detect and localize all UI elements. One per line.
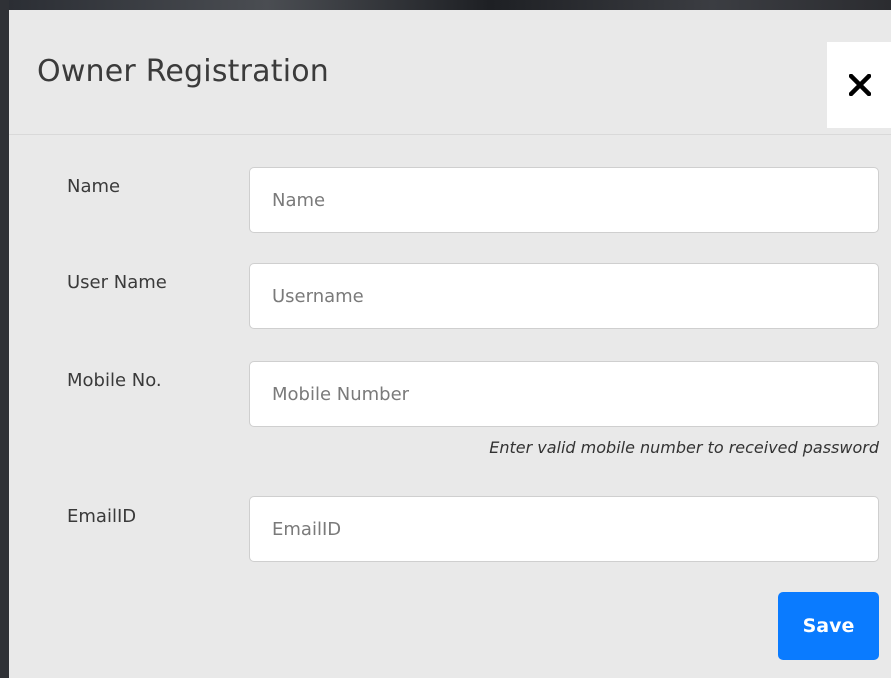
email-label: EmailID <box>67 506 137 527</box>
modal-title: Owner Registration <box>37 54 329 89</box>
mobile-label: Mobile No. <box>67 370 162 391</box>
modal-header: Owner Registration <box>9 10 891 135</box>
username-label: User Name <box>67 272 167 293</box>
mobile-input[interactable] <box>249 361 879 427</box>
name-label: Name <box>67 176 121 197</box>
email-input[interactable] <box>249 496 879 562</box>
save-button[interactable]: Save <box>778 592 879 660</box>
close-button[interactable] <box>827 42 891 128</box>
name-input[interactable] <box>249 167 879 233</box>
backdrop-left-edge <box>0 0 9 678</box>
backdrop-strip <box>0 0 891 10</box>
mobile-help-text: Enter valid mobile number to received pa… <box>489 438 879 457</box>
close-icon <box>849 74 871 96</box>
username-input[interactable] <box>249 263 879 329</box>
owner-registration-modal: Owner Registration Name User Name Mobile… <box>9 10 891 678</box>
